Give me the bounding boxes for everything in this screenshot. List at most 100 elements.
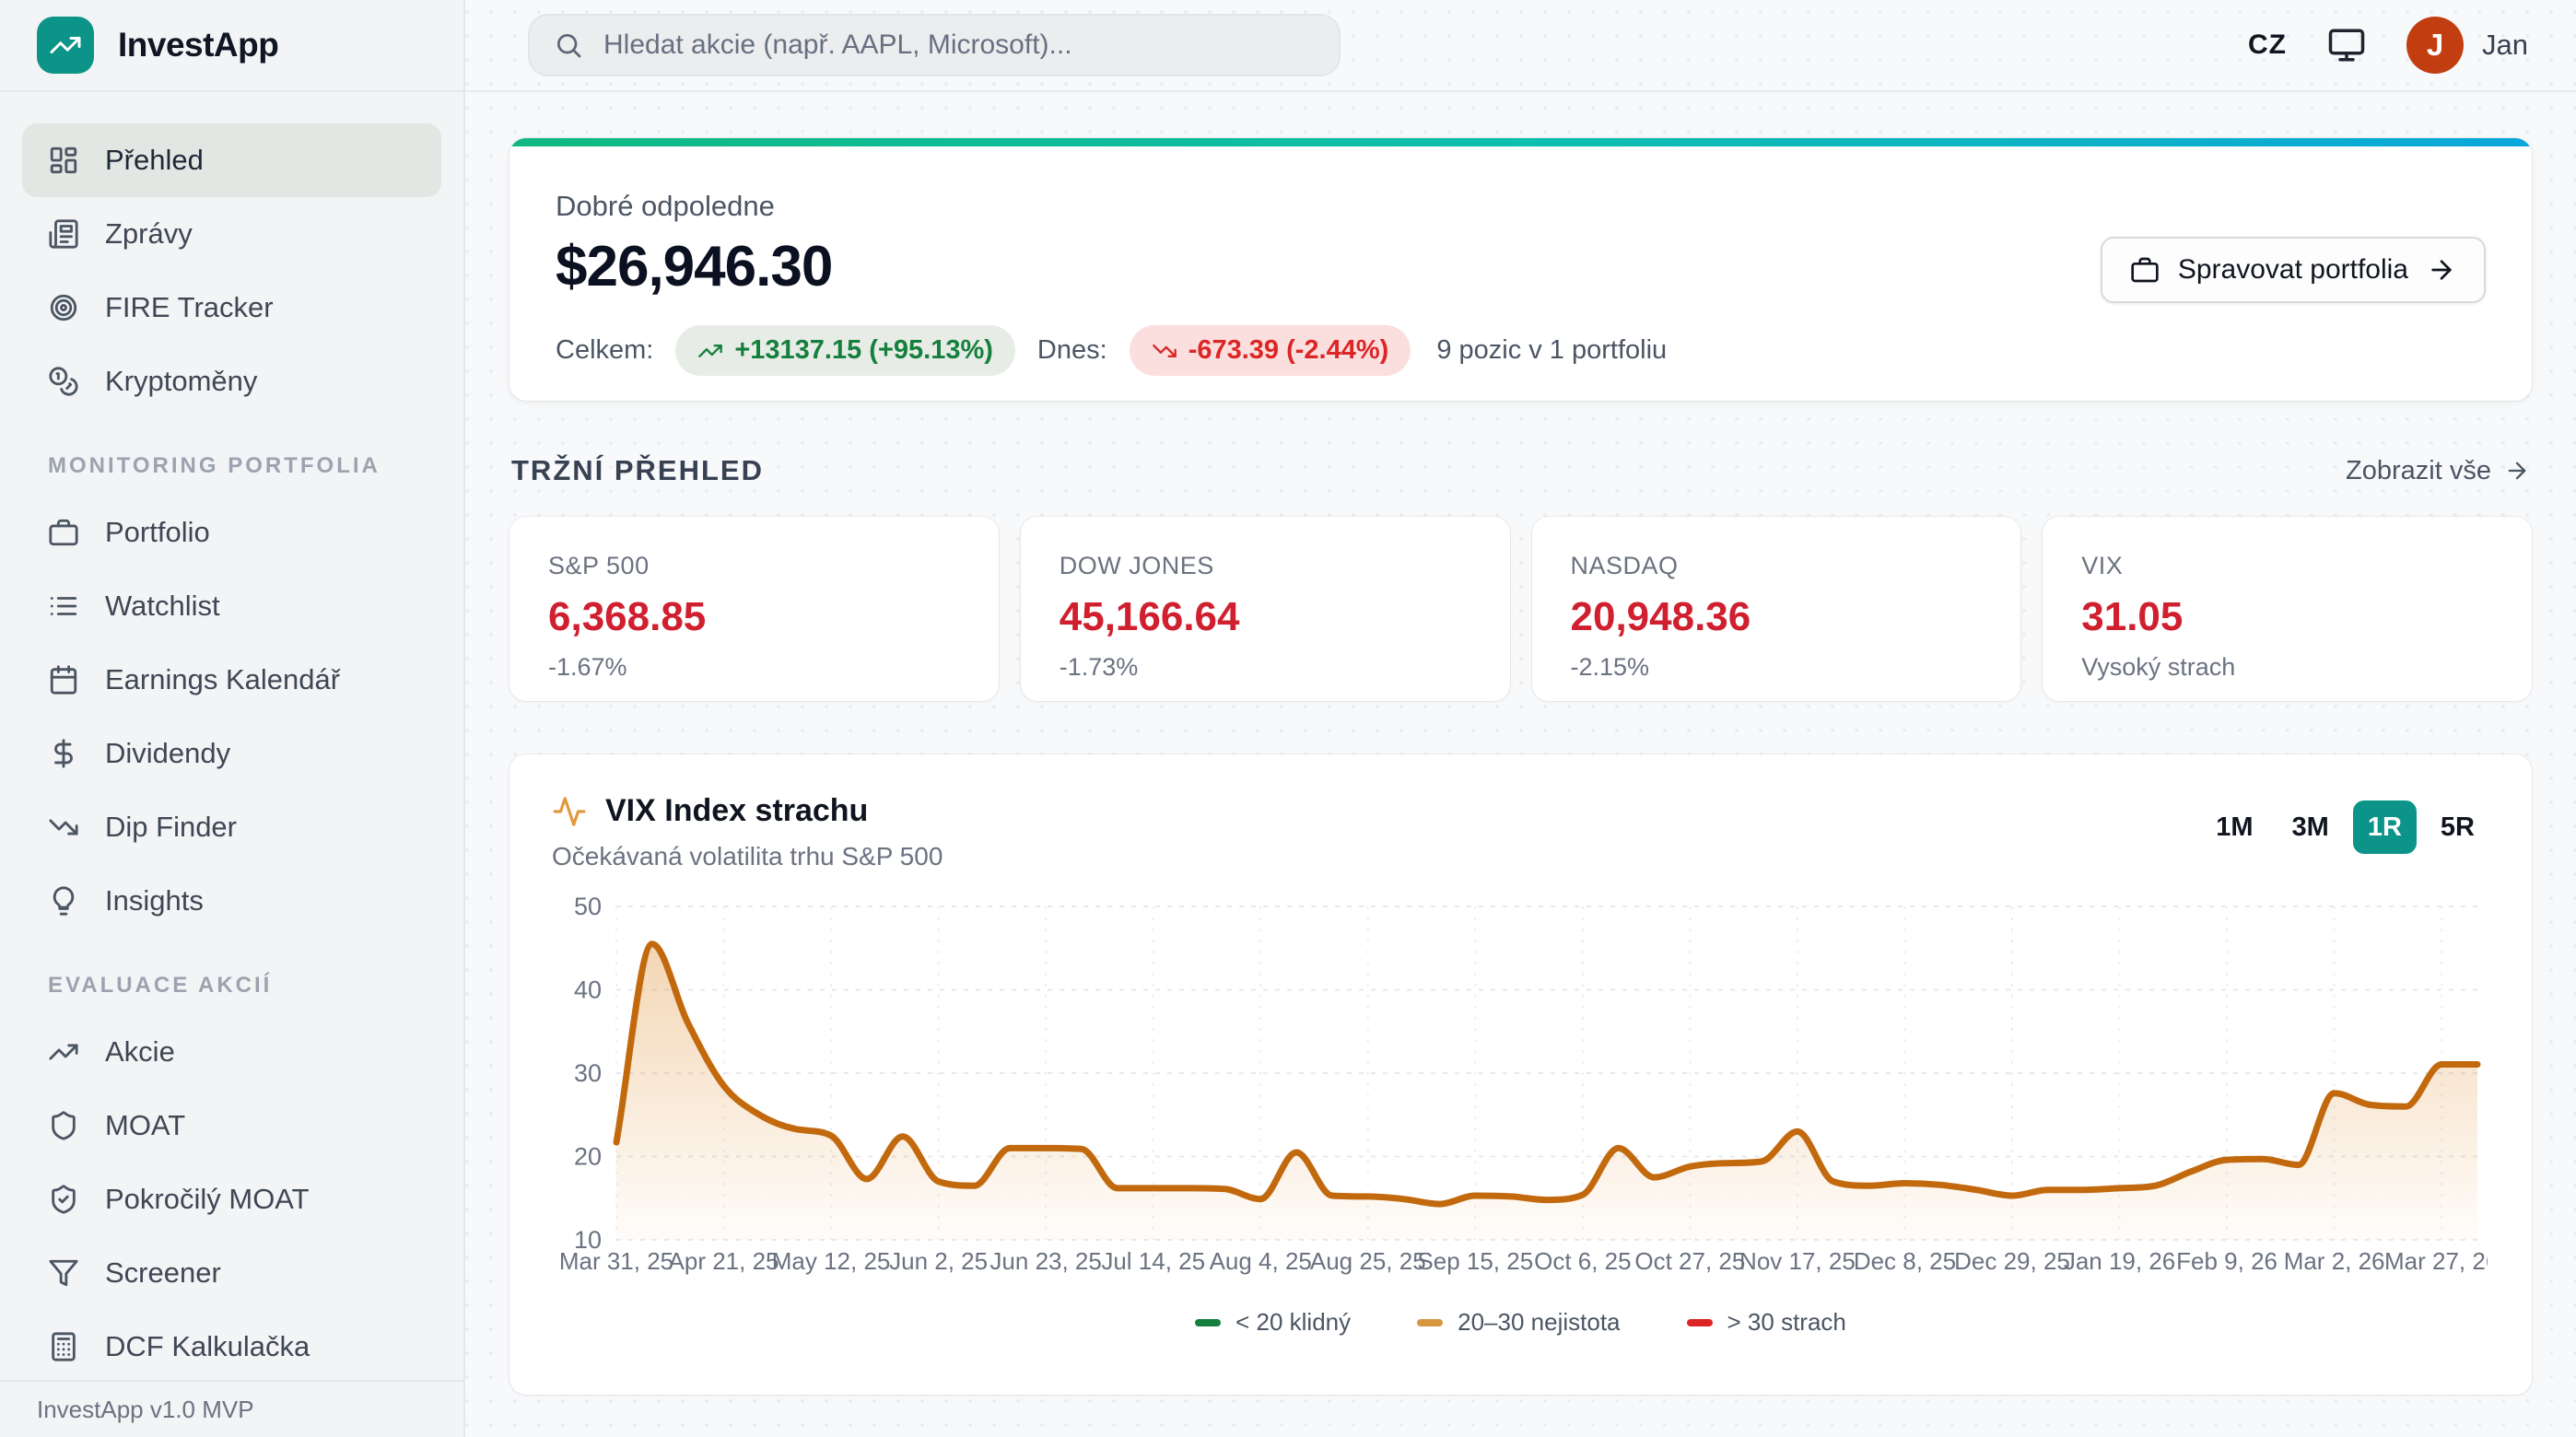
sidebar-item-p-ehled[interactable]: Přehled (22, 123, 441, 197)
range-button-3m[interactable]: 3M (2277, 800, 2344, 854)
market-card-vix[interactable]: VIX 31.05 Vysoký strach (2043, 517, 2532, 701)
range-button-1m[interactable]: 1M (2201, 800, 2267, 854)
legend-item: > 30 strach (1687, 1308, 1846, 1337)
sidebar-item-label: Insights (105, 884, 204, 917)
sidebar-item-akcie[interactable]: Akcie (22, 1015, 441, 1089)
dollar-icon (48, 738, 79, 769)
sidebar-item-label: Dip Finder (105, 811, 237, 844)
svg-text:Oct 27, 25: Oct 27, 25 (1634, 1247, 1745, 1275)
sidebar-item-earnings-kalend[interactable]: Earnings Kalendář (22, 643, 441, 717)
svg-text:Jan 19, 26: Jan 19, 26 (2064, 1247, 2175, 1275)
sidebar-item-insights[interactable]: Insights (22, 864, 441, 938)
sidebar-item-label: DCF Kalkulačka (105, 1330, 310, 1363)
layout-dashboard-icon (48, 145, 79, 176)
search-input[interactable] (603, 29, 1315, 61)
range-selector: 1M3M1R5R (2201, 800, 2489, 854)
vix-chart-title-row: VIX Index strachu (552, 793, 943, 829)
trending-down-icon (1152, 338, 1177, 364)
legend-label: < 20 klidný (1235, 1308, 1351, 1337)
sidebar-item-dcf-kalkula-ka[interactable]: DCF Kalkulačka (22, 1310, 441, 1384)
sidebar-footer: InvestApp v1.0 MVP (0, 1380, 463, 1437)
shield-check-icon (48, 1184, 79, 1215)
legend-item: 20–30 nejistota (1417, 1308, 1620, 1337)
range-button-1r[interactable]: 1R (2353, 800, 2417, 854)
sidebar-item-label: Watchlist (105, 590, 220, 623)
shield-icon (48, 1110, 79, 1141)
portfolio-stats-row: Celkem: +13137.15 (+95.13%) Dnes: -673.3… (556, 325, 2486, 376)
sidebar-item-kryptom-ny[interactable]: Kryptoměny (22, 345, 441, 418)
market-section-header: TRŽNÍ PŘEHLED Zobrazit vše (511, 454, 2530, 487)
sidebar: InvestApp Přehled Zprávy FIRE Tracker Kr… (0, 0, 465, 1437)
sidebar-item-pokro-il-moat[interactable]: Pokročilý MOAT (22, 1162, 441, 1236)
app-logo (37, 17, 94, 74)
today-change-badge: -673.39 (-2.44%) (1130, 325, 1411, 376)
user-menu[interactable]: J Jan (2406, 17, 2528, 74)
svg-text:Dec 29, 25: Dec 29, 25 (1954, 1247, 2070, 1275)
sidebar-item-fire-tracker[interactable]: FIRE Tracker (22, 271, 441, 345)
sidebar-section-label: EVALUACE AKCIÍ (22, 973, 441, 999)
show-all-label: Zobrazit vše (2346, 456, 2491, 486)
vix-chart-card: VIX Index strachu Očekávaná volatilita t… (509, 754, 2532, 1395)
market-card-s-p-500[interactable]: S&P 500 6,368.85 -1.67% (509, 517, 999, 701)
market-card-nasdaq[interactable]: NASDAQ 20,948.36 -2.15% (1532, 517, 2021, 701)
show-all-link[interactable]: Zobrazit vše (2346, 456, 2530, 486)
legend-dash (1687, 1319, 1713, 1326)
vix-chart-title: VIX Index strachu (605, 793, 868, 829)
calendar-icon (48, 664, 79, 695)
trending-up-icon (697, 338, 723, 364)
total-change-badge: +13137.15 (+95.13%) (675, 325, 1015, 376)
sidebar-section-label: MONITORING PORTFOLIA (22, 453, 441, 479)
legend-dash (1417, 1319, 1443, 1326)
today-label: Dnes: (1037, 335, 1107, 366)
svg-text:Feb 9, 26: Feb 9, 26 (2176, 1247, 2277, 1275)
sidebar-item-watchlist[interactable]: Watchlist (22, 569, 441, 643)
svg-text:Mar 31, 25: Mar 31, 25 (559, 1247, 673, 1275)
sidebar-item-label: MOAT (105, 1109, 185, 1142)
svg-text:50: 50 (574, 893, 602, 920)
svg-text:Apr 21, 25: Apr 21, 25 (669, 1247, 779, 1275)
sidebar-item-zpr-vy[interactable]: Zprávy (22, 197, 441, 271)
legend-label: 20–30 nejistota (1458, 1308, 1620, 1337)
monitor-icon[interactable] (2327, 26, 2366, 64)
funnel-icon (48, 1257, 79, 1289)
manage-portfolios-button[interactable]: Spravovat portfolia (2101, 237, 2486, 303)
trending-down-icon (48, 812, 79, 843)
market-card-dow-jones[interactable]: DOW JONES 45,166.64 -1.73% (1021, 517, 1510, 701)
sidebar-item-label: Pokročilý MOAT (105, 1183, 310, 1216)
svg-text:Mar 27, 26: Mar 27, 26 (2384, 1247, 2488, 1275)
sidebar-item-portfolio[interactable]: Portfolio (22, 496, 441, 569)
market-card-value: 6,368.85 (548, 594, 960, 640)
search-icon (554, 30, 583, 60)
sidebar-item-dividendy[interactable]: Dividendy (22, 717, 441, 790)
trending-up-icon (49, 29, 82, 62)
search-box[interactable] (528, 14, 1341, 76)
market-card-name: NASDAQ (1571, 552, 1983, 580)
range-button-5r[interactable]: 5R (2426, 800, 2489, 854)
market-card-change: -1.73% (1060, 653, 1471, 682)
briefcase-icon (48, 517, 79, 548)
app-root: InvestApp Přehled Zprávy FIRE Tracker Kr… (0, 0, 2576, 1437)
market-card-change: -2.15% (1571, 653, 1983, 682)
sidebar-item-dip-finder[interactable]: Dip Finder (22, 790, 441, 864)
main-area: CZ J Jan Dobré odpoledne $26,946.30 Celk… (465, 0, 2576, 1437)
calculator-icon (48, 1331, 79, 1362)
sidebar-item-screener[interactable]: Screener (22, 1236, 441, 1310)
arrow-right-icon (2427, 255, 2456, 285)
sidebar-item-label: Zprávy (105, 217, 193, 251)
market-card-name: VIX (2081, 552, 2493, 580)
app-name: InvestApp (118, 26, 278, 64)
legend-item: < 20 klidný (1195, 1308, 1351, 1337)
sidebar-item-label: FIRE Tracker (105, 291, 274, 324)
chart-legend: < 20 klidný 20–30 nejistota > 30 strach (552, 1308, 2489, 1337)
topbar-right: CZ J Jan (2248, 17, 2528, 74)
market-card-value: 31.05 (2081, 594, 2493, 640)
briefcase-icon (2130, 255, 2160, 285)
avatar[interactable]: J (2406, 17, 2464, 74)
trending-up-icon (48, 1036, 79, 1068)
total-change-value: +13137.15 (+95.13%) (734, 335, 993, 366)
locale-switcher[interactable]: CZ (2248, 29, 2287, 61)
sidebar-item-label: Screener (105, 1256, 221, 1290)
svg-text:Sep 15, 25: Sep 15, 25 (1417, 1247, 1533, 1275)
sidebar-item-moat[interactable]: MOAT (22, 1089, 441, 1162)
content: Dobré odpoledne $26,946.30 Celkem: +1313… (465, 92, 2576, 1437)
